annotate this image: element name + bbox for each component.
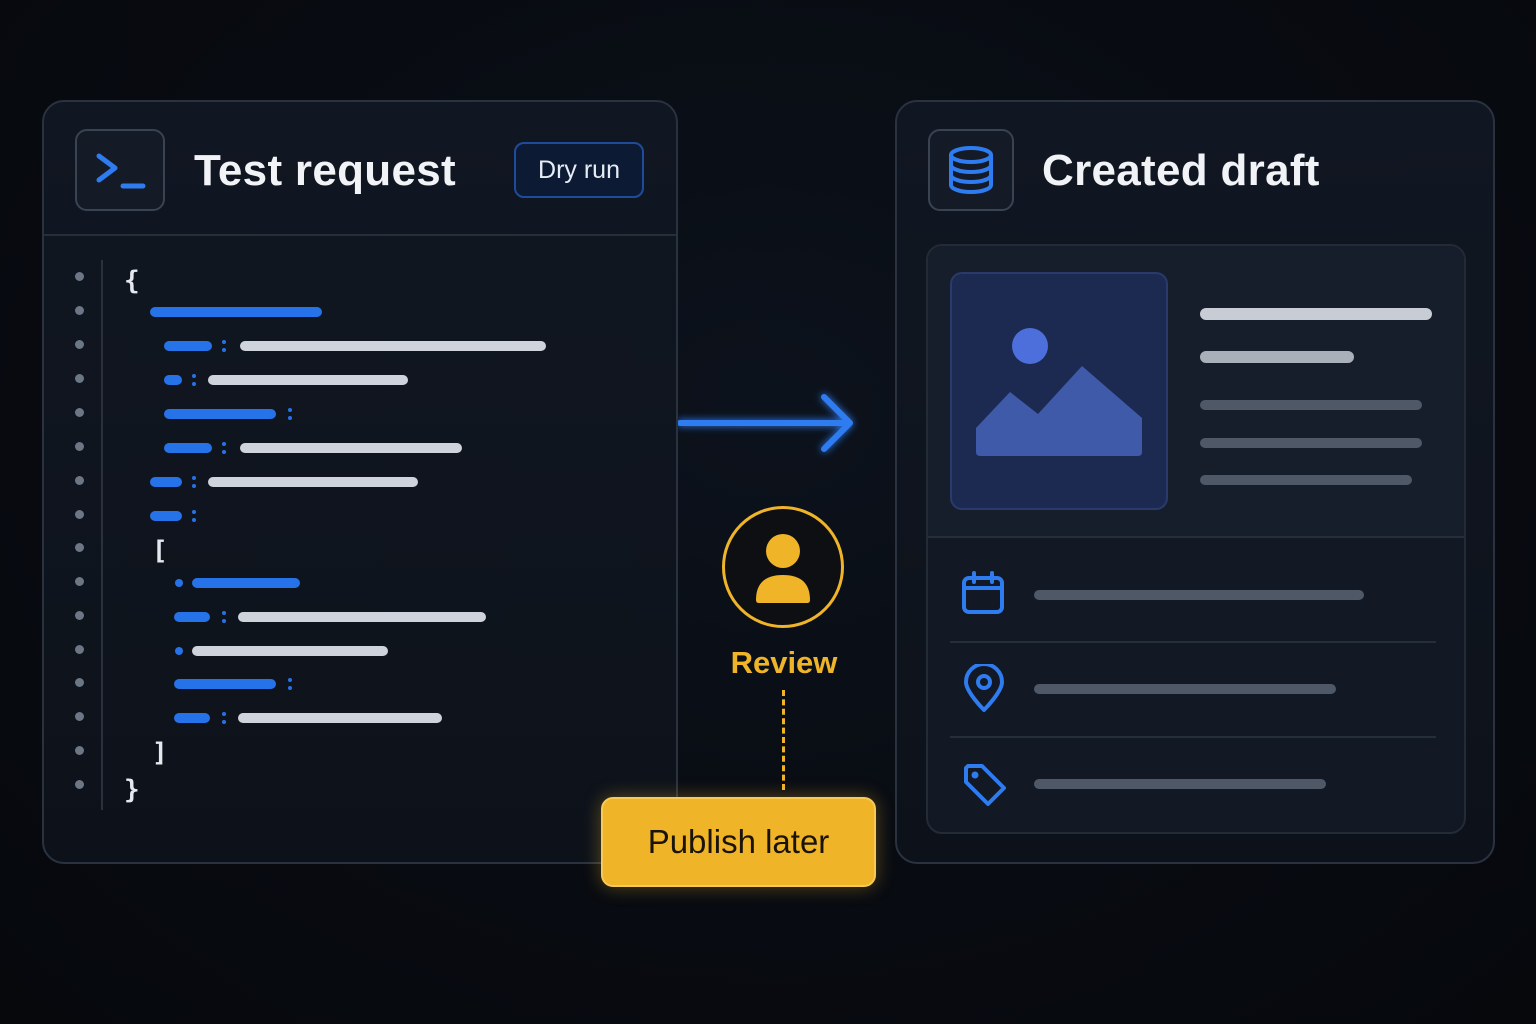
line-marker [75, 306, 84, 315]
code-colon [192, 475, 196, 489]
line-marker [75, 746, 84, 755]
open-brace: { [124, 266, 140, 296]
dry-run-badge[interactable]: Dry run [514, 142, 644, 198]
divider [950, 736, 1436, 738]
review-label: Review [730, 645, 838, 680]
line-marker [75, 543, 84, 552]
code-key [164, 443, 212, 453]
code-value [240, 443, 462, 453]
arrow-right-icon [678, 394, 853, 452]
draft-card [926, 244, 1466, 834]
code-key [192, 578, 300, 588]
code-key [174, 612, 210, 622]
code-key [164, 341, 212, 351]
line-marker [75, 476, 84, 485]
code-key [174, 713, 210, 723]
code-colon [288, 677, 292, 691]
list-bullet [175, 579, 183, 587]
code-key [150, 307, 322, 317]
body-line [1200, 438, 1422, 448]
line-marker [75, 510, 84, 519]
panel-title: Created draft [1042, 146, 1320, 195]
code-key [150, 477, 182, 487]
line-marker [75, 645, 84, 654]
code-colon [222, 441, 226, 455]
line-marker [75, 442, 84, 451]
subtitle-line [1200, 351, 1354, 363]
code-colon [192, 509, 196, 523]
dashed-connector [782, 690, 785, 790]
panel-title: Test request [194, 146, 456, 195]
code-value [238, 612, 486, 622]
code-key [150, 511, 182, 521]
location-line [1034, 684, 1336, 694]
code-value [192, 646, 388, 656]
line-marker [75, 408, 84, 417]
code-key [164, 409, 276, 419]
gutter-line [101, 260, 103, 810]
close-bracket: ] [152, 738, 168, 768]
image-placeholder-icon [950, 272, 1168, 510]
database-icon [928, 129, 1014, 211]
publish-later-button[interactable]: Publish later [601, 797, 876, 887]
location-pin-icon [962, 662, 1006, 714]
code-key [174, 679, 276, 689]
code-colon [222, 339, 226, 353]
code-value [238, 713, 442, 723]
test-request-panel: Test request Dry run {[]} [42, 100, 678, 864]
code-key [164, 375, 182, 385]
line-marker [75, 712, 84, 721]
user-icon [722, 506, 844, 628]
created-draft-panel: Created draft [895, 100, 1495, 864]
body-line [1200, 400, 1422, 410]
code-colon [222, 711, 226, 725]
title-line [1200, 308, 1432, 320]
code-colon [288, 407, 292, 421]
line-marker [75, 340, 84, 349]
divider [950, 641, 1436, 643]
line-marker [75, 577, 84, 586]
code-value [208, 477, 418, 487]
code-colon [222, 610, 226, 624]
body-line [1200, 475, 1412, 485]
open-bracket: [ [152, 536, 168, 566]
list-bullet [175, 647, 183, 655]
line-marker [75, 272, 84, 281]
line-marker [75, 611, 84, 620]
close-brace: } [124, 775, 140, 805]
tag-icon [960, 760, 1010, 810]
code-value [240, 341, 546, 351]
divider [44, 234, 676, 236]
line-marker [75, 678, 84, 687]
line-marker [75, 374, 84, 383]
code-value [208, 375, 408, 385]
code-colon [192, 373, 196, 387]
line-marker [75, 780, 84, 789]
tag-line [1034, 779, 1326, 789]
draft-preview [928, 246, 1464, 538]
terminal-icon [75, 129, 165, 211]
calendar-icon [960, 570, 1006, 616]
date-line [1034, 590, 1364, 600]
